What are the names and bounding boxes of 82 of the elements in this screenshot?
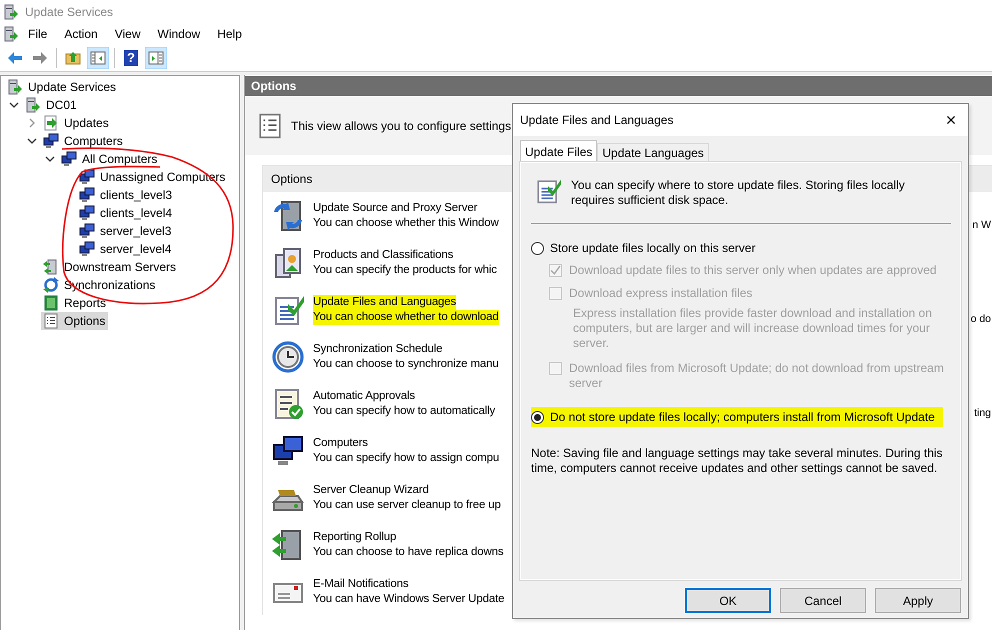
menu-item[interactable]: Action (56, 25, 106, 43)
option-link[interactable]: E-Mail Notifications (313, 576, 408, 592)
tree-item[interactable]: Downstream Servers (41, 258, 180, 276)
checkmark-icon (550, 265, 561, 276)
tab[interactable]: Update Files (520, 140, 598, 162)
option-link[interactable]: Computers (313, 436, 368, 450)
tab[interactable]: Update Languages (597, 143, 709, 162)
books-icon (272, 246, 304, 278)
list-icon (43, 313, 59, 329)
computers-icon (61, 151, 77, 167)
radio-option[interactable]: Store update files locally on this server (531, 238, 764, 258)
option-description: Express installation files provide faster download and installation on computers, but are larger and will increase download times for your server. (573, 306, 933, 351)
action-pane-icon[interactable] (145, 46, 167, 68)
dialog-button[interactable]: OK (685, 588, 771, 613)
option-link[interactable]: Reporting Rollup (313, 530, 396, 544)
sync-icon (43, 277, 59, 293)
option-description: You can have Windows Server Update (313, 592, 504, 606)
computers-icon (79, 187, 95, 203)
note-text: Note: Saving file and language settings may take several minutes. During this time, computers cannot receive updates and other settings cannot be saved. (531, 446, 944, 476)
dialog-button[interactable]: Cancel (780, 588, 866, 613)
server-sync-icon (272, 200, 304, 232)
collapse-caret-icon[interactable] (9, 100, 19, 110)
menu-item[interactable]: Window (150, 25, 208, 43)
help-button[interactable]: ? (120, 46, 142, 68)
computers-icon (43, 133, 59, 149)
tree-item[interactable]: Reports (41, 294, 110, 312)
app-menu-icon[interactable] (3, 26, 19, 42)
computers-icon (79, 169, 95, 185)
computers-icon (79, 223, 95, 239)
window-title: Update Services (25, 5, 114, 19)
radio-option[interactable]: Do not store update files locally; computers install from Microsoft Update (531, 407, 943, 427)
option-link[interactable]: Update Source and Proxy Server (313, 200, 478, 216)
tree-item[interactable]: clients_level3 (77, 186, 176, 204)
expand-caret-icon[interactable] (27, 118, 37, 128)
app-icon (3, 4, 19, 20)
server-icon (25, 97, 41, 113)
option-description: o do (970, 313, 992, 325)
menu-item[interactable]: File (20, 25, 56, 43)
tree-item[interactable]: server_level4 (77, 240, 174, 258)
option-description: You can choose to have replica downs (313, 544, 504, 560)
option-link[interactable]: Automatic Approvals (313, 388, 415, 404)
option-link[interactable]: Server Cleanup Wizard (313, 482, 429, 498)
tree-item[interactable]: server_level3 (77, 222, 174, 240)
checklist-icon (272, 388, 304, 420)
clock-icon (272, 340, 304, 372)
tree-item[interactable]: Updates (41, 114, 112, 132)
tree-item[interactable]: DC01 (23, 96, 80, 114)
document-check-icon (272, 294, 304, 326)
tree-item[interactable]: Options (41, 312, 108, 330)
collapse-caret-icon[interactable] (27, 136, 37, 146)
pane-header: Options (245, 76, 992, 96)
option-description: You can use server cleanup to free up (313, 498, 501, 512)
option-description: ting (974, 407, 992, 419)
server-icon (7, 79, 23, 95)
dialog-title: Update Files and Languages (520, 113, 674, 127)
option-description: You can specify how to assign compu (313, 450, 500, 466)
option-description: You can specify how to automatically (313, 404, 496, 418)
option-description: n W (972, 219, 992, 231)
tree-item[interactable]: clients_level4 (77, 204, 176, 222)
tree-item[interactable]: Update Services (5, 78, 120, 96)
tree-item[interactable]: Computers (41, 132, 126, 150)
computers-icon (79, 241, 95, 257)
tree-item[interactable]: All Computers (59, 150, 160, 168)
close-button[interactable]: × (934, 105, 968, 135)
collapse-caret-icon[interactable] (45, 154, 55, 164)
show-tree-icon[interactable] (87, 46, 109, 68)
option-description: You can specify the products for whic (313, 262, 497, 278)
intro-text: This view allows you to configure settings (291, 118, 512, 132)
dialog-button[interactable]: Apply (875, 588, 961, 613)
option-link[interactable]: Synchronization Schedule (313, 342, 442, 356)
book-icon (43, 295, 59, 311)
option-link[interactable]: Update Files and Languages (313, 294, 456, 310)
computers-icon (272, 434, 304, 466)
option-link[interactable]: Products and Classifications (313, 248, 454, 262)
server-arrows-icon (272, 528, 304, 560)
option-description: You can choose whether to download (313, 310, 499, 324)
menu-item[interactable]: View (106, 25, 148, 43)
computers-icon (79, 205, 95, 221)
menu-item[interactable]: Help (209, 25, 250, 43)
server-arrows-icon (43, 259, 59, 275)
option-description: You can choose to synchronize manu (313, 356, 499, 372)
option-description: You can choose whether this Window (313, 216, 499, 230)
